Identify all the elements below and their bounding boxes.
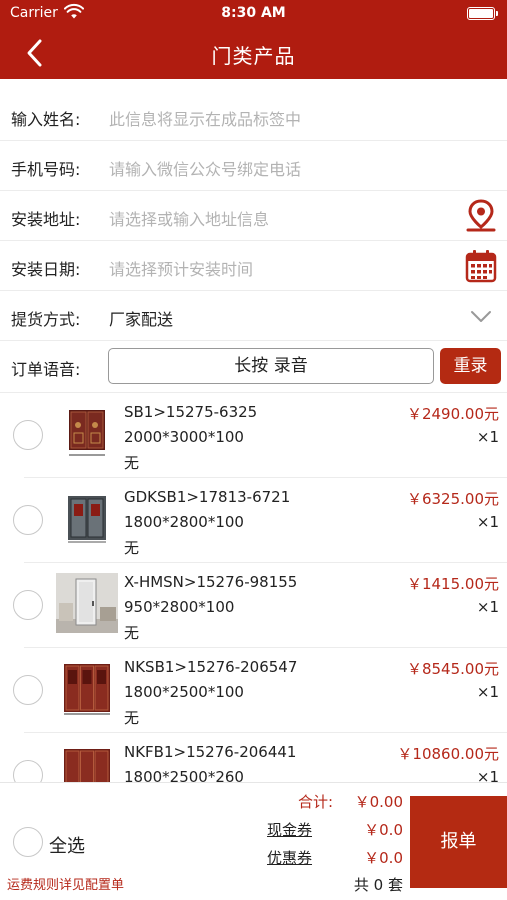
list-item[interactable]: GDKSB1>17813-6721 1800*2800*100 无 ￥6325.… [0, 478, 507, 563]
total-value: ￥0.00 [354, 793, 403, 811]
product-price: ￥8545.00元 [406, 660, 499, 678]
cash-voucher-link[interactable]: 现金券 [267, 819, 312, 840]
set-count: 共 0 套 [353, 876, 403, 894]
battery-icon [467, 7, 498, 20]
product-note: 无 [124, 709, 140, 727]
address-row[interactable]: 安装地址: 请选择或输入地址信息 [0, 191, 507, 241]
total-label: 合计: [298, 793, 334, 811]
product-size: 950*2800*100 [124, 598, 235, 616]
address-input[interactable]: 请选择或输入地址信息 [109, 206, 269, 230]
list-item[interactable]: X-HMSN>15276-98155 950*2800*100 无 ￥1415.… [0, 563, 507, 648]
product-qty: ×1 [476, 428, 499, 446]
product-price: ￥6325.00元 [406, 490, 499, 508]
item-checkbox[interactable] [13, 760, 43, 782]
coupon-value: ￥0.0 [364, 849, 403, 867]
hold-to-record-button[interactable]: 长按 录音 [108, 348, 434, 384]
product-price: ￥10860.00元 [397, 745, 499, 763]
date-input[interactable]: 请选择预计安装时间 [109, 256, 253, 280]
coupon-link[interactable]: 优惠券 [267, 847, 312, 868]
status-bar: Carrier 8:30 AM [0, 0, 507, 28]
voice-label: 订单语音: [11, 360, 81, 379]
door-thumbnail-icon [56, 488, 118, 548]
product-code: NKFB1>15276-206441 [124, 743, 297, 761]
item-checkbox[interactable] [13, 590, 43, 620]
rerecord-button[interactable]: 重录 [440, 348, 501, 384]
chevron-down-icon[interactable] [465, 299, 497, 333]
product-qty: ×1 [476, 768, 499, 782]
door-thumbnail-icon [56, 658, 118, 718]
calendar-icon[interactable] [465, 249, 497, 283]
submit-order-button[interactable]: 报单 [410, 796, 507, 888]
product-qty: ×1 [476, 598, 499, 616]
date-row[interactable]: 安装日期: 请选择预计安装时间 [0, 241, 507, 291]
list-item[interactable]: NKSB1>15276-206547 1800*2500*100 无 ￥8545… [0, 648, 507, 733]
product-note: 无 [124, 454, 140, 472]
date-label: 安装日期: [11, 260, 81, 279]
name-input[interactable]: 此信息将显示在成品标签中 [109, 106, 301, 130]
product-qty: ×1 [476, 513, 499, 531]
product-code: NKSB1>15276-206547 [124, 658, 298, 676]
product-price: ￥2490.00元 [406, 405, 499, 423]
product-size: 1800*2800*100 [124, 513, 244, 531]
product-size: 1800*2500*100 [124, 683, 244, 701]
address-label: 安装地址: [11, 210, 81, 229]
cash-voucher-value: ￥0.0 [364, 821, 403, 839]
phone-label: 手机号码: [11, 160, 81, 179]
product-size: 2000*3000*100 [124, 428, 244, 446]
list-item[interactable]: SB1>15275-6325 2000*3000*100 无 ￥2490.00元… [0, 393, 507, 478]
product-note: 无 [124, 539, 140, 557]
item-checkbox[interactable] [13, 675, 43, 705]
shipping-rule-link[interactable]: 运费规则详见配置单 [7, 874, 124, 893]
door-thumbnail-icon [56, 743, 118, 782]
product-note: 无 [124, 624, 140, 642]
top-bar: Carrier 8:30 AM 门类产品 [0, 0, 507, 79]
list-item[interactable]: NKFB1>15276-206441 1800*2500*260 无 ￥1086… [0, 733, 507, 782]
door-thumbnail-icon [56, 573, 118, 633]
delivery-label: 提货方式: [11, 310, 81, 329]
product-code: SB1>15275-6325 [124, 403, 258, 421]
phone-row[interactable]: 手机号码: 请输入微信公众号绑定电话 [0, 141, 507, 191]
delivery-row[interactable]: 提货方式: 厂家配送 [0, 291, 507, 341]
location-pin-icon[interactable] [465, 199, 497, 233]
product-code: GDKSB1>17813-6721 [124, 488, 291, 506]
item-checkbox[interactable] [13, 420, 43, 450]
checkout-footer: 全选 运费规则详见配置单 合计: ￥0.00 现金券 ￥0.0 优惠券 ￥0.0… [0, 782, 507, 900]
delivery-select[interactable]: 厂家配送 [109, 306, 173, 330]
product-price: ￥1415.00元 [406, 575, 499, 593]
item-checkbox[interactable] [13, 505, 43, 535]
name-label: 输入姓名: [11, 110, 81, 129]
select-all-label[interactable]: 全选 [49, 832, 85, 858]
product-code: X-HMSN>15276-98155 [124, 573, 298, 591]
product-size: 1800*2500*260 [124, 768, 244, 782]
status-time: 8:30 AM [221, 5, 286, 21]
product-qty: ×1 [476, 683, 499, 701]
page-title: 门类产品 [211, 44, 296, 68]
name-row[interactable]: 输入姓名: 此信息将显示在成品标签中 [0, 91, 507, 141]
door-thumbnail-icon [56, 403, 118, 463]
select-all-checkbox[interactable] [13, 827, 43, 857]
product-list[interactable]: SB1>15275-6325 2000*3000*100 无 ￥2490.00元… [0, 392, 507, 782]
phone-input[interactable]: 请输入微信公众号绑定电话 [109, 156, 301, 180]
